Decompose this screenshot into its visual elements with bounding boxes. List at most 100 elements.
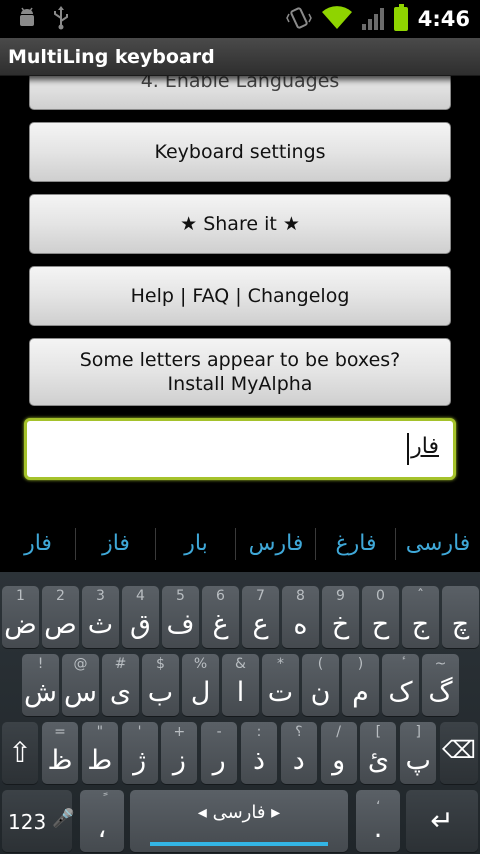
- key-hint: ]: [415, 724, 421, 740]
- key-r2-10[interactable]: ٔک: [382, 654, 419, 716]
- key-label: ش: [24, 677, 57, 708]
- enable-languages-button[interactable]: 4. Enable Languages: [29, 76, 451, 110]
- share-button[interactable]: ★ Share it ★: [29, 194, 451, 254]
- key-hint: 8: [296, 588, 305, 604]
- key-r3-7[interactable]: ؟ د: [280, 722, 317, 784]
- key-r2-8[interactable]: (ن: [302, 654, 339, 716]
- mic-icon: 🎤: [52, 808, 75, 829]
- space-bar[interactable]: ◂ فارسی ▸: [130, 790, 348, 852]
- key-r1-11[interactable]: ˆج: [402, 586, 439, 648]
- period-key[interactable]: ، .: [356, 790, 400, 852]
- key-r1-9[interactable]: 9خ: [322, 586, 359, 648]
- key-r3-6[interactable]: :ذ: [241, 722, 277, 784]
- key-r3-4[interactable]: + ز: [161, 722, 198, 784]
- key-label: ا: [236, 677, 245, 708]
- persian-keyboard: 1ض2ص3ث4ق5ف6غ7ع8ه9خ0حˆجچ ! ش @ س # ی $ ب% ل & ا * ت(ن…: [0, 572, 480, 854]
- key-r2-2[interactable]: @ س: [62, 654, 99, 716]
- key-label: و: [332, 745, 346, 776]
- key-label: ف: [166, 609, 195, 640]
- key-hint: /: [336, 724, 341, 740]
- key-label: ژ: [133, 745, 147, 776]
- key-hint: @: [73, 656, 88, 672]
- key-label: ک: [388, 677, 413, 708]
- key-r2-1[interactable]: ! ش: [22, 654, 59, 716]
- key-r2-7[interactable]: * ت: [262, 654, 299, 716]
- key-label: ئ: [367, 745, 389, 776]
- key-r1-5[interactable]: 5ف: [162, 586, 199, 648]
- key-hint: 1: [16, 588, 25, 604]
- key-hint: $: [156, 656, 165, 672]
- key-label: ز: [172, 745, 186, 776]
- android-debug-icon: [16, 7, 38, 32]
- keyboard-settings-button[interactable]: Keyboard settings: [29, 122, 451, 182]
- key-r1-2[interactable]: 2ص: [42, 586, 79, 648]
- key-label: ذ: [252, 745, 266, 776]
- symbols-key[interactable]: 123 🎤: [2, 790, 75, 852]
- key-r1-4[interactable]: 4ق: [122, 586, 159, 648]
- key-r1-8[interactable]: 8ه: [282, 586, 319, 648]
- key-r2-6[interactable]: & ا: [222, 654, 259, 716]
- key-r3-9[interactable]: [ئ: [360, 722, 397, 784]
- suggestion-item[interactable]: فارس: [236, 516, 316, 572]
- key-r1-3[interactable]: 3ث: [82, 586, 119, 648]
- key-hint: %: [193, 656, 208, 672]
- key-label: گ: [428, 677, 453, 708]
- key-label: پ: [405, 745, 431, 776]
- suggestion-item[interactable]: فارغ: [316, 516, 396, 572]
- key-r3-5[interactable]: -ر: [201, 722, 238, 784]
- key-label: غ: [212, 609, 229, 640]
- key-r1-7[interactable]: 7ع: [242, 586, 279, 648]
- key-hint: :: [256, 724, 262, 740]
- key-label: ر: [212, 745, 226, 776]
- vibrate-icon: [285, 6, 312, 32]
- install-myalpha-button[interactable]: Some letters appear to be boxes? Install…: [29, 338, 451, 406]
- key-r3-3[interactable]: ' ژ: [121, 722, 158, 784]
- suggestion-item[interactable]: فاز: [76, 516, 156, 572]
- key-hint: ~: [434, 656, 447, 672]
- key-label: ه: [293, 609, 308, 640]
- key-r3-10[interactable]: ] پ: [400, 722, 437, 784]
- key-hint: =: [54, 724, 66, 740]
- key-hint: !: [37, 656, 44, 672]
- key-r1-1[interactable]: 1ض: [2, 586, 39, 648]
- key-hint: (: [317, 656, 324, 672]
- key-r2-9[interactable]: ) م: [342, 654, 379, 716]
- key-hint: 7: [256, 588, 265, 604]
- key-r3-8[interactable]: / و: [320, 722, 357, 784]
- key-r3-2[interactable]: " ط: [81, 722, 118, 784]
- help-faq-changelog-button[interactable]: Help | FAQ | Changelog: [29, 266, 451, 326]
- key-label: د: [292, 745, 305, 776]
- app-title-bar: MultiLing keyboard: [0, 38, 480, 76]
- enter-key[interactable]: ↵: [406, 790, 478, 852]
- key-hint: +: [173, 724, 186, 740]
- key-r2-4[interactable]: $ ب: [142, 654, 179, 716]
- suggestion-item[interactable]: فارسی: [396, 516, 480, 572]
- key-label: ن: [310, 677, 331, 708]
- key-label: ج: [411, 609, 430, 640]
- key-hint: *: [277, 656, 284, 672]
- key-hint: ): [357, 656, 364, 672]
- suggestion-item[interactable]: فار: [0, 516, 76, 572]
- key-label: م: [352, 677, 369, 708]
- key-r1-6[interactable]: 6غ: [202, 586, 239, 648]
- key-r1-10[interactable]: 0ح: [362, 586, 399, 648]
- key-hint: #: [114, 656, 127, 672]
- key-label: ع: [252, 609, 269, 640]
- key-label: ل: [190, 677, 211, 708]
- key-r1-12[interactable]: چ: [442, 586, 479, 648]
- key-label: ت: [267, 677, 294, 708]
- test-text-input[interactable]: فار: [24, 418, 456, 480]
- shift-key[interactable]: ⇧: [2, 722, 38, 784]
- key-r3-1[interactable]: = ظ: [42, 722, 78, 784]
- key-r2-5[interactable]: % ل: [182, 654, 219, 716]
- key-label: ض: [4, 609, 37, 640]
- key-r2-11[interactable]: ~ گ: [422, 654, 459, 716]
- backspace-key[interactable]: ⌫: [440, 722, 478, 784]
- key-r2-3[interactable]: # ی: [102, 654, 139, 716]
- key-label: ث: [87, 609, 114, 640]
- suggestion-item[interactable]: بار: [156, 516, 236, 572]
- comma-key[interactable]: ً ،: [80, 790, 124, 852]
- key-label: ط: [87, 745, 113, 776]
- app-title: MultiLing keyboard: [8, 45, 215, 68]
- key-hint: 4: [136, 588, 145, 604]
